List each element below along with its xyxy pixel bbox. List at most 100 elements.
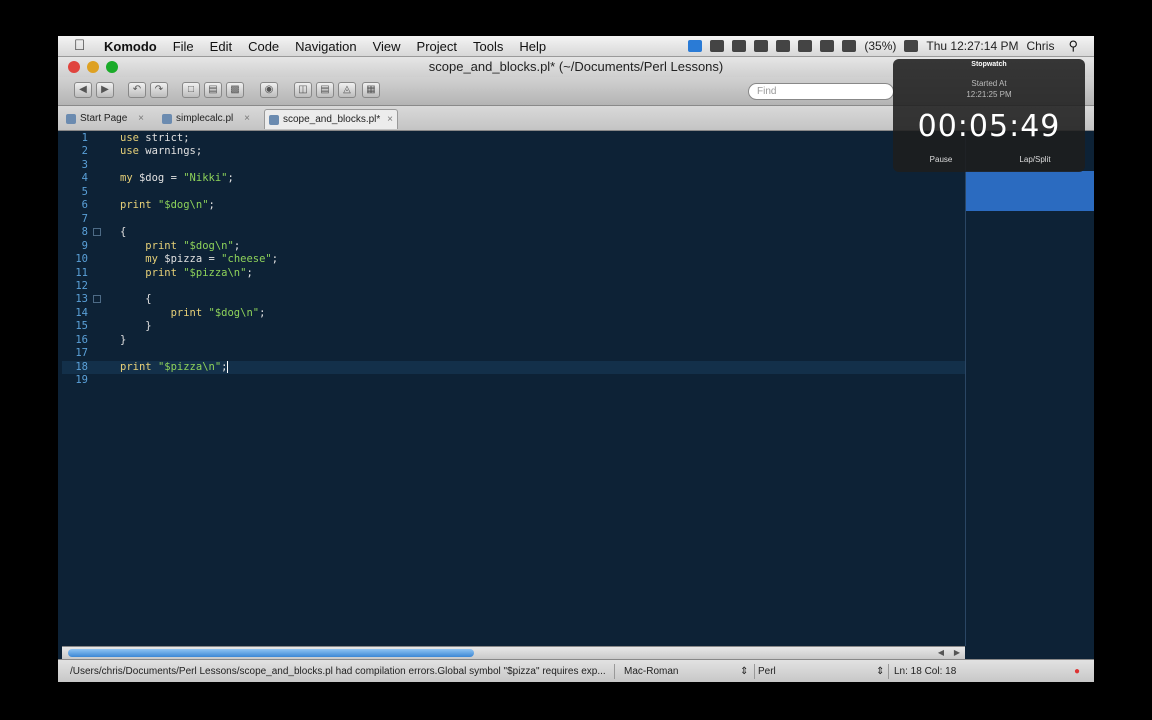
code-text: print "$pizza\n"; xyxy=(145,266,253,279)
undo-icon[interactable]: ↶ xyxy=(128,82,146,98)
battery-percent: (35%) xyxy=(864,39,897,53)
code-line[interactable]: 10 my $pizza = "cheese"; xyxy=(62,253,965,266)
code-line[interactable]: 16} xyxy=(62,334,965,347)
fold-toggle-icon[interactable] xyxy=(93,295,101,304)
pane-right-icon[interactable]: ◬ xyxy=(338,82,356,98)
pause-button[interactable]: Pause xyxy=(901,155,981,164)
menu-view[interactable]: View xyxy=(373,39,401,54)
zoom-window-icon[interactable] xyxy=(106,61,118,73)
status-bar: /Users/chris/Documents/Perl Lessons/scop… xyxy=(58,659,1094,682)
encoding-selector[interactable]: Mac-Roman xyxy=(624,660,744,682)
code-line[interactable]: 7 xyxy=(62,213,965,226)
menu-user[interactable]: Chris xyxy=(1026,39,1054,53)
menu-help[interactable]: Help xyxy=(519,39,546,54)
minimize-window-icon[interactable] xyxy=(87,61,99,73)
code-line[interactable]: 9 print "$dog\n"; xyxy=(62,240,965,253)
line-number: 14 xyxy=(75,306,88,319)
code-line[interactable]: 5 xyxy=(62,186,965,199)
code-line[interactable]: 13 { xyxy=(62,293,965,306)
perl-file-icon xyxy=(269,115,279,125)
menu-file[interactable]: File xyxy=(173,39,194,54)
menu-navigation[interactable]: Navigation xyxy=(295,39,356,54)
code-line[interactable]: 3 xyxy=(62,159,965,172)
started-label: Started At xyxy=(971,79,1007,88)
language-selector[interactable]: Perl xyxy=(758,660,868,682)
tab-simplecalc[interactable]: simplecalc.pl × xyxy=(158,109,254,129)
new-file-icon[interactable]: □ xyxy=(182,82,200,98)
save-icon[interactable]: ▩ xyxy=(226,82,244,98)
code-line[interactable]: 1 use strict; xyxy=(62,132,965,145)
dropbox-icon[interactable] xyxy=(688,40,703,52)
pane-left-icon[interactable]: ◫ xyxy=(294,82,312,98)
code-line[interactable]: 4 my $dog = "Nikki"; xyxy=(62,172,965,185)
code-line[interactable]: 8{ xyxy=(62,226,965,239)
pane-bottom-icon[interactable]: ▤ xyxy=(316,82,334,98)
code-editor[interactable]: 1 use strict; 2 use warnings; 3 4 my $dog = "N… xyxy=(62,131,965,646)
tab-start-page[interactable]: Start Page × xyxy=(62,109,148,129)
toolbox-icon[interactable]: ▦ xyxy=(362,82,380,98)
line-number: 17 xyxy=(75,347,88,360)
line-number: 3 xyxy=(81,158,88,171)
scrollbar-thumb[interactable] xyxy=(68,649,474,657)
menu-clock[interactable]: Thu 12:27:14 PM xyxy=(926,39,1018,53)
battery-icon[interactable] xyxy=(842,40,857,52)
code-text: } xyxy=(120,320,152,333)
back-icon[interactable]: ◀ xyxy=(74,82,92,98)
menu-project[interactable]: Project xyxy=(417,39,457,54)
language-chevron-icon[interactable]: ⇕ xyxy=(876,660,886,682)
forward-icon[interactable]: ▶ xyxy=(96,82,114,98)
error-icon[interactable]: ● xyxy=(1074,660,1088,682)
redo-icon[interactable]: ↷ xyxy=(150,82,168,98)
line-number: 11 xyxy=(75,266,88,279)
line-number: 19 xyxy=(75,374,88,387)
line-number: 8 xyxy=(81,226,88,239)
apple-icon[interactable]:  xyxy=(74,36,92,56)
timemachine-icon[interactable] xyxy=(754,40,769,52)
screen-icon[interactable] xyxy=(710,40,725,52)
close-window-icon[interactable] xyxy=(68,61,80,73)
line-number: 4 xyxy=(81,172,88,185)
code-line[interactable]: 15 } xyxy=(62,320,965,333)
scroll-right-icon[interactable]: ▶ xyxy=(950,647,964,659)
menu-tools[interactable]: Tools xyxy=(473,39,503,54)
wifi-icon[interactable] xyxy=(798,40,813,52)
menu-code[interactable]: Code xyxy=(248,39,279,54)
line-number: 13 xyxy=(75,293,88,306)
code-line[interactable]: 2 use warnings; xyxy=(62,145,965,158)
code-line[interactable]: 17 xyxy=(62,347,965,360)
tab-scope-and-blocks[interactable]: scope_and_blocks.pl* × xyxy=(264,109,398,129)
code-line[interactable]: 6 print "$dog\n"; xyxy=(62,199,965,212)
keyboard-icon[interactable] xyxy=(904,40,919,52)
minimap-viewport[interactable] xyxy=(966,171,1094,211)
code-line[interactable]: 14 print "$dog\n"; xyxy=(62,307,965,320)
start-page-icon xyxy=(66,114,76,124)
lap-split-button[interactable]: Lap/Split xyxy=(995,155,1075,164)
menu-edit[interactable]: Edit xyxy=(210,39,232,54)
code-line[interactable]: 12 xyxy=(62,280,965,293)
encoding-chevron-icon[interactable]: ⇕ xyxy=(740,660,750,682)
close-tab-icon[interactable]: × xyxy=(387,110,393,130)
open-file-icon[interactable]: ▤ xyxy=(204,82,222,98)
debug-icon[interactable]: ◉ xyxy=(260,82,278,98)
status-divider xyxy=(888,664,889,679)
line-number: 9 xyxy=(81,239,88,252)
code-line[interactable]: 11 print "$pizza\n"; xyxy=(62,267,965,280)
code-line[interactable]: 19 xyxy=(62,374,965,387)
menu-app-name[interactable]: Komodo xyxy=(104,39,157,54)
bluetooth-icon[interactable] xyxy=(776,40,791,52)
scroll-left-icon[interactable]: ◀ xyxy=(934,647,948,659)
horizontal-scrollbar[interactable]: ◀ ▶ xyxy=(62,646,965,659)
code-text: } xyxy=(120,333,127,346)
code-line[interactable]: 18 print "$pizza\n"; xyxy=(62,360,965,374)
fold-toggle-icon[interactable] xyxy=(93,228,101,237)
volume-icon[interactable] xyxy=(820,40,835,52)
minimap-panel[interactable] xyxy=(965,131,1094,646)
close-tab-icon[interactable]: × xyxy=(244,109,250,129)
find-input[interactable]: Find xyxy=(748,83,894,100)
spotlight-icon[interactable]: ⚲ xyxy=(1068,38,1078,54)
lock-icon[interactable] xyxy=(732,40,747,52)
elapsed-time: 00:05:49 xyxy=(917,109,1061,144)
line-number: 5 xyxy=(81,185,88,198)
status-message[interactable]: /Users/chris/Documents/Perl Lessons/scop… xyxy=(70,660,608,682)
close-tab-icon[interactable]: × xyxy=(138,109,144,129)
